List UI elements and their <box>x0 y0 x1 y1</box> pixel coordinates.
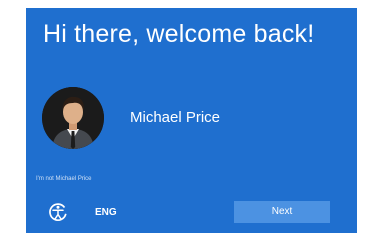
not-you-link[interactable]: I'm not Michael Price <box>36 175 92 183</box>
ease-of-access-icon <box>49 203 67 221</box>
businessman-icon <box>42 87 104 149</box>
login-panel: Hi there, welcome back! Michael Price I'… <box>26 8 357 233</box>
ease-of-access-button[interactable] <box>47 201 69 223</box>
welcome-heading: Hi there, welcome back! <box>43 20 315 48</box>
next-button[interactable]: Next <box>234 201 330 223</box>
language-button[interactable]: ENG <box>95 207 117 219</box>
screen: Hi there, welcome back! Michael Price I'… <box>0 0 369 245</box>
user-avatar <box>42 87 104 149</box>
user-name: Michael Price <box>130 109 221 126</box>
